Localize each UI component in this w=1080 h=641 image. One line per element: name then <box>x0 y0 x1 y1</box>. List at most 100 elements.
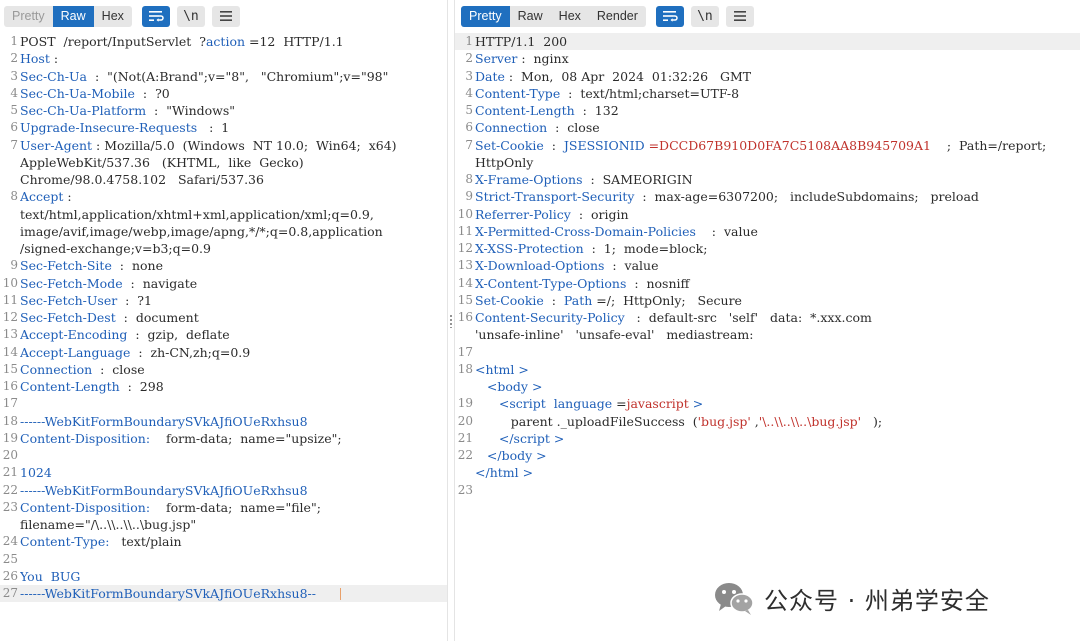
response-toolbar: Pretty Raw Hex Render \n <box>461 5 754 27</box>
response-line[interactable]: 8 X-Frame-Options : SAMEORIGIN <box>455 171 1080 188</box>
response-line[interactable]: 6 Connection : close <box>455 119 1080 136</box>
response-line[interactable]: 'unsafe-inline' 'unsafe-eval' mediastrea… <box>455 326 1080 343</box>
response-view-tabs: Pretty Raw Hex Render <box>461 5 646 27</box>
request-line[interactable]: 21 1024 <box>0 464 447 481</box>
line-content: POST /report/InputServlet ?action =12 HT… <box>20 33 447 50</box>
line-content: Sec-Fetch-Site : none <box>20 257 447 274</box>
response-line[interactable]: 22 </body > <box>455 447 1080 464</box>
line-number: 2 <box>10 51 18 66</box>
line-content: </html > <box>475 464 1080 481</box>
request-line[interactable]: 12 Sec-Fetch-Dest : document <box>0 309 447 326</box>
response-line[interactable]: 18 <html > <box>455 361 1080 378</box>
tab-hex[interactable]: Hex <box>94 6 132 27</box>
response-line[interactable]: 1 HTTP/1.1 200 <box>455 33 1080 51</box>
string-value: '\..\\..\\..\bug.jsp' <box>758 413 862 429</box>
response-wrap-button[interactable] <box>655 5 684 27</box>
request-line[interactable]: image/avif,image/webp,image/apng,*/*;q=0… <box>0 223 447 240</box>
line-number: 16 <box>2 379 18 393</box>
line-content: 'unsafe-inline' 'unsafe-eval' mediastrea… <box>475 326 1080 343</box>
response-line[interactable]: 13 X-Download-Options : value <box>455 257 1080 274</box>
response-line[interactable]: 14 X-Content-Type-Options : nosniff <box>455 275 1080 292</box>
request-line[interactable]: 9 Sec-Fetch-Site : none <box>0 257 447 274</box>
request-line[interactable]: 26 You BUG <box>0 568 447 585</box>
request-line[interactable]: 18 ------WebKitFormBoundarySVkAJfiOUeRxhs… <box>0 413 447 430</box>
response-line[interactable]: 3 Date : Mon, 08 Apr 2024 01:32:26 GMT <box>455 68 1080 85</box>
response-line[interactable]: 15 Set-Cookie : Path =/; HttpOnly; Secure <box>455 292 1080 309</box>
request-line[interactable]: 15 Connection : close <box>0 361 447 378</box>
request-line[interactable]: 5 Sec-Ch-Ua-Platform : "Windows" <box>0 102 447 119</box>
line-number: 1 <box>465 34 473 48</box>
request-line[interactable]: 25 <box>0 551 447 568</box>
request-line[interactable]: 6 Upgrade-Insecure-Requests : 1 <box>0 119 447 136</box>
response-line[interactable]: <body > <box>455 378 1080 395</box>
response-line[interactable]: 7 Set-Cookie : JSESSIONID =DCCD67B910D0FA… <box>455 137 1080 154</box>
tab-raw[interactable]: Raw <box>52 5 94 27</box>
response-line[interactable]: 21 </script > <box>455 430 1080 447</box>
tab-pretty[interactable]: Pretty <box>4 6 53 27</box>
response-line[interactable]: HttpOnly <box>455 154 1080 171</box>
tab-pretty[interactable]: Pretty <box>461 5 510 27</box>
request-newline-button[interactable]: \n <box>176 5 205 27</box>
request-line[interactable]: 3 Sec-Ch-Ua : "(Not(A:Brand";v="8", "Chro… <box>0 68 447 85</box>
request-line[interactable]: 8 Accept : <box>0 188 447 205</box>
response-line[interactable]: 17 <box>455 344 1080 361</box>
request-line[interactable]: /signed-exchange;v=b3;q=0.9 <box>0 240 447 257</box>
line-content <box>20 395 447 412</box>
response-line[interactable]: 12 X-XSS-Protection : 1; mode=block; <box>455 240 1080 257</box>
request-line[interactable]: 4 Sec-Ch-Ua-Mobile : ?0 <box>0 85 447 102</box>
request-line[interactable]: 24 Content-Type: text/plain <box>0 533 447 550</box>
line-content: Content-Disposition: form-data; name="up… <box>20 430 447 447</box>
response-line[interactable]: 11 X-Permitted-Cross-Domain-Policies : va… <box>455 223 1080 240</box>
request-line[interactable]: 23 Content-Disposition: form-data; name="… <box>0 499 447 516</box>
line-number: 19 <box>2 430 18 445</box>
line-content: </script > <box>475 430 1080 447</box>
request-line[interactable]: 22 ------WebKitFormBoundarySVkAJfiOUeRxhs… <box>0 482 447 499</box>
request-line[interactable]: 10 Sec-Fetch-Mode : navigate <box>0 275 447 292</box>
response-line[interactable]: 9 Strict-Transport-Security : max-age=630… <box>455 188 1080 205</box>
tab-raw[interactable]: Raw <box>510 6 551 27</box>
line-number: 12 <box>457 241 473 255</box>
divider-grip-icon[interactable] <box>449 314 453 328</box>
header-name: Connection <box>20 361 93 377</box>
response-line[interactable]: 16 Content-Security-Policy : default-src … <box>455 309 1080 326</box>
request-line[interactable]: 11 Sec-Fetch-User : ?1 <box>0 292 447 309</box>
line-number <box>455 154 475 171</box>
request-line[interactable]: AppleWebKit/537.36 (KHTML, like Gecko) <box>0 154 447 171</box>
response-line[interactable]: 23 <box>455 482 1080 499</box>
response-newline-button[interactable]: \n <box>690 5 719 27</box>
request-line[interactable]: text/html,application/xhtml+xml,applicat… <box>0 206 447 223</box>
request-editor[interactable]: 1 POST /report/InputServlet ?action =12 H… <box>0 33 447 641</box>
response-line[interactable]: </html > <box>455 464 1080 481</box>
request-view-tabs: Pretty Raw Hex <box>4 5 132 27</box>
response-menu-button[interactable] <box>725 5 754 27</box>
tab-hex[interactable]: Hex <box>551 6 589 27</box>
request-line[interactable]: 13 Accept-Encoding : gzip, deflate <box>0 326 447 343</box>
line-number: 19 <box>457 396 473 411</box>
request-line[interactable]: 19 Content-Disposition: form-data; name="… <box>0 430 447 447</box>
response-line[interactable]: 20 parent ._uploadFileSuccess ('bug.jsp'… <box>455 413 1080 430</box>
response-line[interactable]: 10 Referrer-Policy : origin <box>455 206 1080 223</box>
response-line[interactable]: 2 Server : nginx <box>455 50 1080 67</box>
request-line[interactable]: 20 <box>0 447 447 464</box>
request-line[interactable]: 16 Content-Length : 298 <box>0 378 447 395</box>
line-number: 6 <box>10 120 18 135</box>
request-line[interactable]: 7 User-Agent : Mozilla/5.0 (Windows NT 10… <box>0 137 447 154</box>
response-line[interactable]: 5 Content-Length : 132 <box>455 102 1080 119</box>
html-tag: html <box>485 361 515 377</box>
request-line[interactable]: Chrome/98.0.4758.102 Safari/537.36 <box>0 171 447 188</box>
text-segment: : 1 <box>197 120 230 136</box>
header-name: Content-Length <box>475 103 575 118</box>
request-line[interactable]: filename="/\..\\..\\..\bug.jsp" <box>0 516 447 533</box>
tab-render[interactable]: Render <box>589 6 646 27</box>
response-line[interactable]: 4 Content-Type : text/html;charset=UTF-8 <box>455 85 1080 102</box>
request-line[interactable]: 1 POST /report/InputServlet ?action =12 H… <box>0 33 447 50</box>
request-line[interactable]: 17 <box>0 395 447 412</box>
request-line[interactable]: 14 Accept-Language : zh-CN,zh;q=0.9 <box>0 344 447 361</box>
request-menu-button[interactable] <box>211 5 240 27</box>
response-line[interactable]: 19 <script language =javascript > <box>455 395 1080 412</box>
line-content: Sec-Fetch-User : ?1 <box>20 292 447 309</box>
request-wrap-button[interactable] <box>141 5 170 27</box>
response-editor[interactable]: 1 HTTP/1.1 200 2 Server : nginx 3 Date : Mon,… <box>455 33 1080 641</box>
request-line[interactable]: 27 ------WebKitFormBoundarySVkAJfiOUeRxhs… <box>0 585 447 603</box>
request-line[interactable]: 2 Host : <box>0 50 447 67</box>
